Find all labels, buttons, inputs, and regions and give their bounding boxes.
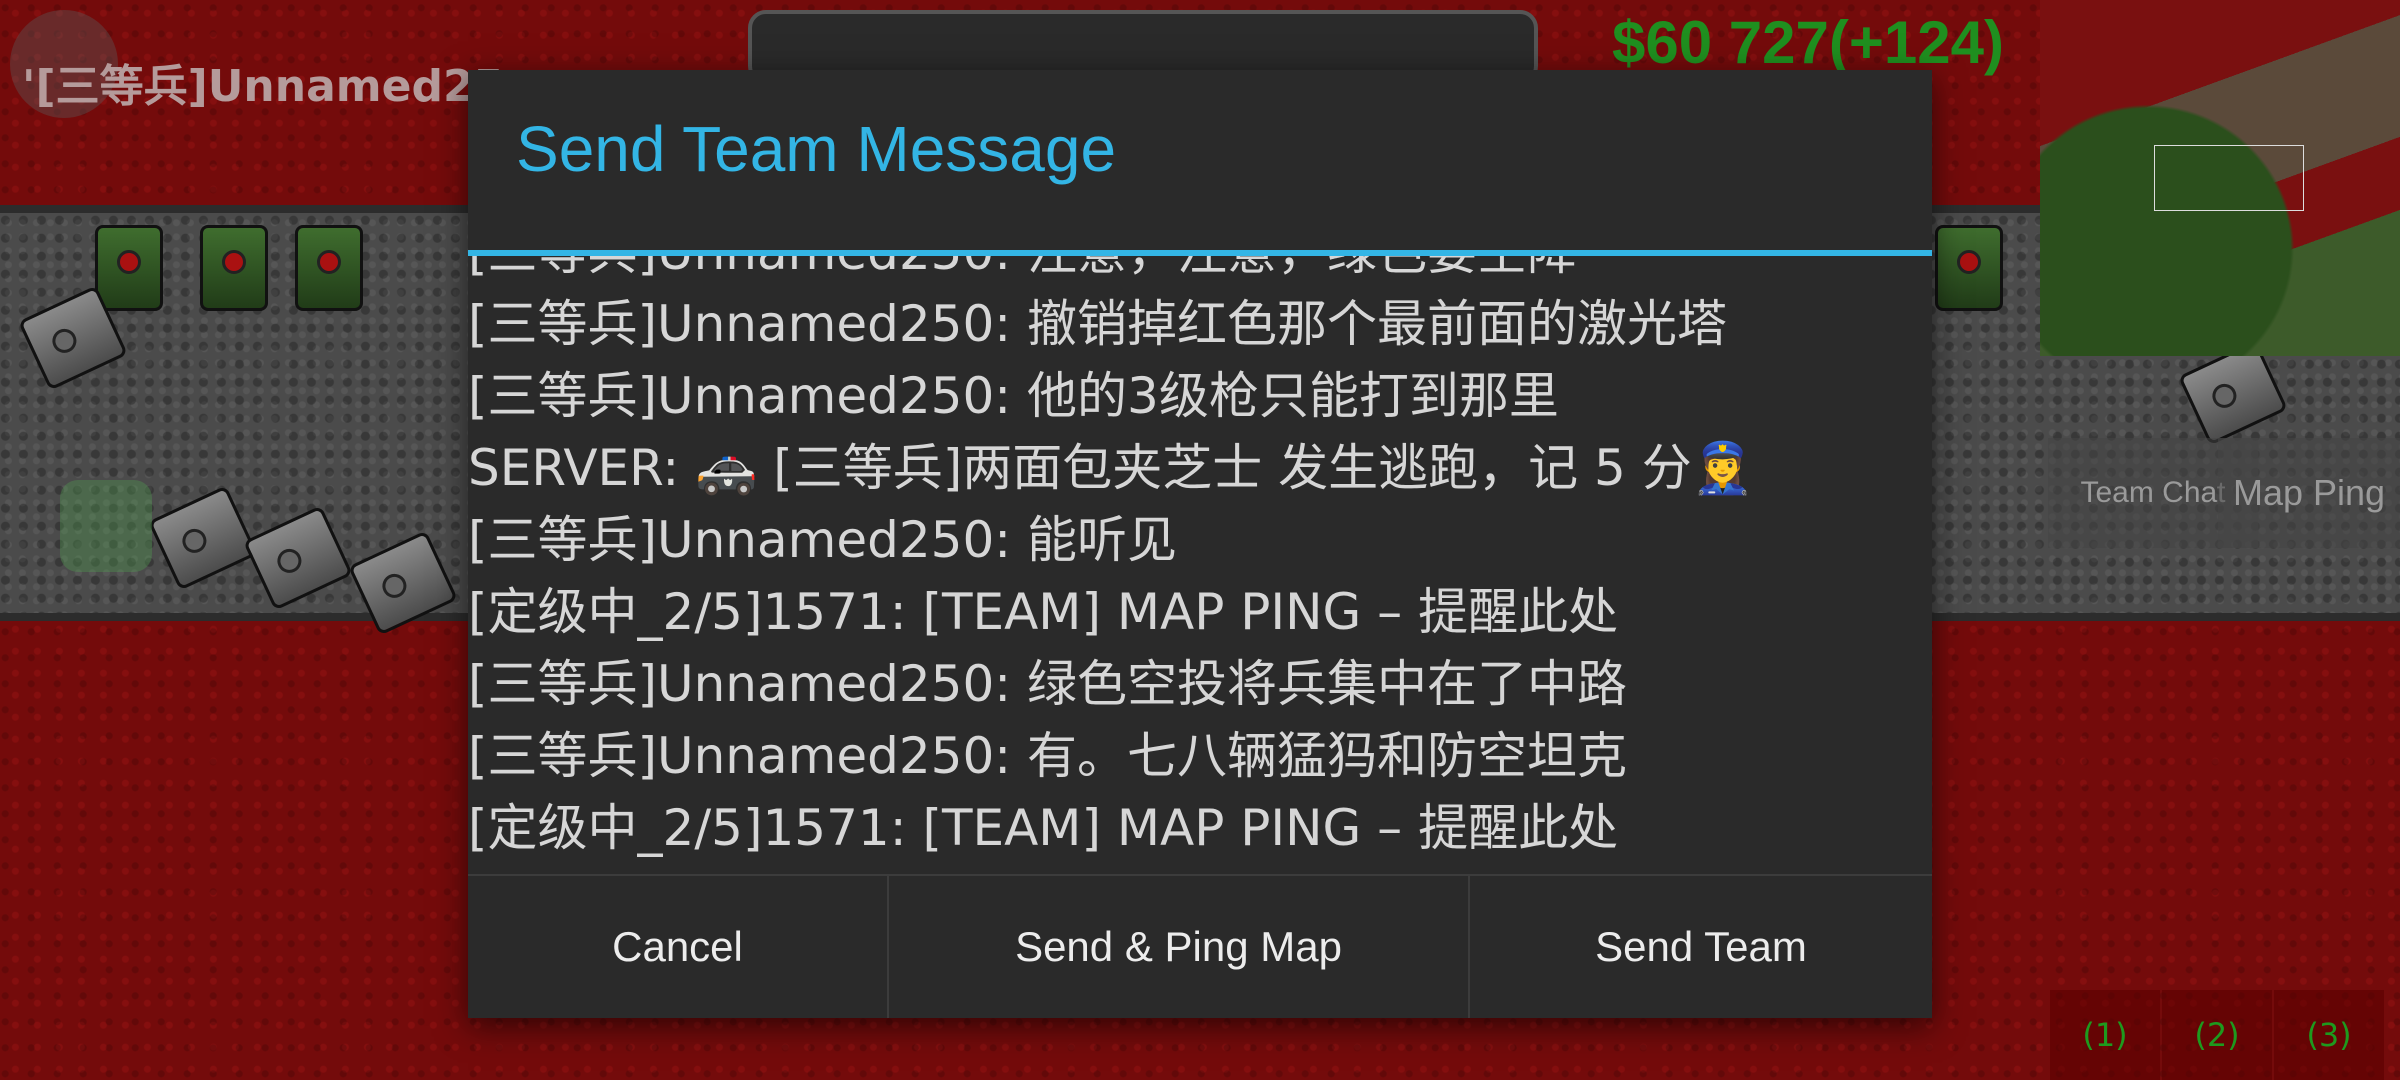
group-1-button[interactable]: (1) [2050, 990, 2160, 1080]
map-ping-button[interactable]: Map Ping [2218, 438, 2400, 548]
chat-message: SERVER: 🚓 [三等兵]两面包夹芝士 发生逃跑，记 5 分👮‍♀️ [468, 439, 1754, 497]
send-and-ping-map-button[interactable]: Send & Ping Map [889, 876, 1470, 1018]
message-list[interactable]: [三等兵]Unnamed250: 注意，注意，绿色要空降 [三等兵]Unname… [468, 256, 1932, 946]
tank-unit[interactable] [200, 225, 268, 311]
send-team-message-dialog: Send Team Message [三等兵]Unnamed250: 注意，注意… [468, 70, 1932, 1018]
chat-message: [三等兵]Unnamed250: 能听见 [468, 511, 1178, 569]
dialog-button-bar: Cancel Send & Ping Map Send Team [468, 874, 1932, 1018]
chat-message: [定级中_2/5]1571: [TEAM] MAP PING – 提醒此处 [468, 799, 1619, 857]
dialog-title: Send Team Message [516, 113, 1117, 185]
player-name-label: '[三等兵]Unnamed25 [22, 61, 505, 112]
chat-message: [三等兵]Unnamed250: 他的3级枪只能打到那里 [468, 367, 1559, 425]
cancel-button[interactable]: Cancel [468, 876, 889, 1018]
chat-message: [三等兵]Unnamed250: 注意，注意，绿色要空降 [468, 256, 1754, 288]
group-3-button[interactable]: (3) [2274, 990, 2384, 1080]
chat-message: [三等兵]Unnamed250: 有。七八辆猛犸和防空坦克 [468, 727, 1628, 785]
chat-message: [定级中_2/5]1571: [TEAM] MAP PING – 提醒此处 [468, 583, 1619, 641]
tank-unit[interactable] [295, 225, 363, 311]
send-team-button[interactable]: Send Team [1470, 876, 1932, 1018]
minimap-viewport [2154, 145, 2304, 211]
tank-unit[interactable] [95, 225, 163, 311]
chat-message: [三等兵]Unnamed250: 撤销掉红色那个最前面的激光塔 [468, 295, 1728, 353]
tank-unit[interactable] [1935, 225, 2003, 311]
joystick-control[interactable] [60, 480, 152, 572]
money-counter: $60 727(+124) [1612, 9, 2004, 76]
group-2-button[interactable]: (2) [2162, 990, 2272, 1080]
chat-message: [三等兵]Unnamed250: 绿色空投将兵集中在了中路 [468, 655, 1628, 713]
